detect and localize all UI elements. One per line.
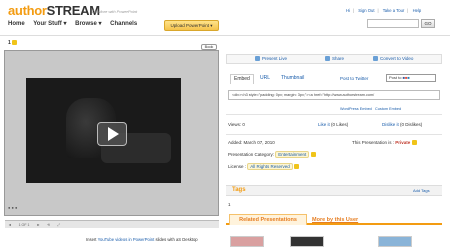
logo-author: author [8, 3, 47, 18]
edit-license-icon[interactable] [294, 164, 300, 170]
like-label: Like it [318, 122, 330, 127]
share-label: Share [332, 56, 345, 61]
rating: 1 [8, 40, 18, 46]
category-value[interactable]: Entertainment [275, 151, 310, 158]
section-divider [226, 114, 442, 115]
like-count: (0 Likes) [331, 122, 349, 127]
replay-icon[interactable]: ⟲ [47, 223, 50, 227]
tags-title: Tags [232, 187, 246, 193]
youtube-in-ppt-link[interactable]: YouTube videos in PowerPoint [98, 237, 155, 242]
header-divider [0, 35, 450, 36]
go-button[interactable]: GO [421, 19, 435, 28]
player-controls: ◄ 1 OF 1 ► ⟲ ⤢ [5, 220, 219, 228]
privacy-prefix: This Presentation is [352, 140, 392, 145]
section-divider [226, 134, 442, 135]
next-slide-button[interactable]: ► [37, 223, 41, 227]
promo-prefix: Insert [86, 237, 97, 242]
category-label: Presentation Category: [228, 152, 275, 157]
fullscreen-icon[interactable]: ⤢ [57, 223, 60, 227]
upload-powerpoint-button[interactable]: Upload PowerPoint ▾ [164, 20, 219, 31]
search-input[interactable] [367, 19, 419, 28]
take-tour-link[interactable]: Take a Tour [383, 8, 405, 13]
related-thumbnail[interactable] [230, 236, 264, 247]
convert-label: Convert to Video [380, 56, 414, 61]
wordpress-embed-link[interactable]: WordPress Embed [340, 107, 372, 111]
post-to-social-select[interactable]: Post to ■■■ [386, 74, 436, 82]
custom-embed-link[interactable]: Custom Embed [375, 107, 401, 111]
embed-code-field[interactable]: <div><h3 style="padding: 0px; margin: 3p… [228, 90, 440, 100]
video-icon [373, 56, 378, 62]
rating-value: 1 [8, 40, 11, 46]
prev-slide-button[interactable]: ◄ [8, 223, 12, 227]
share-icon [325, 56, 330, 62]
nav-browse[interactable]: Browse ▾ [75, 21, 101, 27]
related-thumbnail[interactable] [378, 236, 412, 247]
slide-counter: 1 OF 1 [18, 223, 30, 227]
tab-embed[interactable]: Embed [230, 74, 254, 84]
site-tagline: Do More with PowerPoint [92, 9, 138, 14]
site-logo[interactable]: authorSTREAM [8, 3, 100, 18]
privacy-status: This Presentation is : Private [352, 140, 417, 146]
embed-links: WordPress Embed Custom Embed [340, 107, 401, 111]
help-link[interactable]: Help [413, 8, 422, 13]
embed-tabs: Embed URL Thumbnail Post to Twitter Post… [226, 74, 442, 84]
top-links: Hi | Sign Out | Take a Tour | Help [346, 8, 422, 13]
present-live-label: Present Live [262, 56, 288, 61]
main-nav: Home Your Stuff ▾ Browse ▾ Channels [8, 20, 144, 27]
edit-privacy-icon[interactable] [411, 140, 417, 146]
tab-url[interactable]: URL [257, 74, 273, 83]
dislike-label: Dislike it [382, 122, 399, 127]
edit-pencil-icon[interactable] [12, 40, 18, 46]
license-value[interactable]: All Rights Reserved [247, 163, 293, 170]
dislike-button[interactable]: Dislike it (0 Dislikes) [382, 122, 422, 127]
license-label: License : [228, 164, 247, 169]
dislike-count: (0 Dislikes) [400, 122, 423, 127]
tab-more-by-user[interactable]: More by this User [312, 215, 358, 225]
play-icon [108, 127, 119, 141]
nav-channels[interactable]: Channels [110, 21, 137, 27]
promo-note: Insert YouTube videos in PowerPoint slid… [86, 237, 198, 242]
post-to-label: Post to [389, 75, 402, 80]
sign-out-link[interactable]: Sign Out [358, 8, 374, 13]
nav-your-stuff[interactable]: Your Stuff ▾ [33, 21, 66, 27]
convert-to-video-button[interactable]: Convert to Video [373, 55, 413, 63]
share-button[interactable]: Share [325, 55, 344, 63]
nav-home[interactable]: Home [8, 21, 25, 27]
tab-related-presentations[interactable]: Related Presentations [229, 214, 307, 225]
present-live-icon [255, 56, 260, 62]
promo-suffix: slides with aS Desktop [155, 237, 198, 242]
slide-dots: ● ● ● [8, 205, 18, 210]
like-button[interactable]: Like it (0 Likes) [318, 122, 348, 127]
added-date: Added: March 07, 2010 [228, 140, 275, 145]
add-tags-link[interactable]: Add Tags [413, 188, 430, 193]
presentation-category: Presentation Category: Entertainment [228, 151, 316, 158]
tags-count: 1 [228, 202, 231, 207]
tab-thumbnail[interactable]: Thumbnail [278, 74, 307, 83]
views-count: Views: 0 [228, 122, 245, 127]
privacy-value: Private [395, 140, 411, 145]
edit-category-icon[interactable] [310, 152, 316, 158]
action-bar: Present Live Share Convert to Video [226, 54, 442, 64]
present-live-button[interactable]: Present Live [255, 55, 287, 63]
post-to-twitter-link[interactable]: Post to Twitter [340, 74, 368, 83]
related-thumbnail[interactable] [290, 236, 324, 247]
user-greeting: Hi [346, 8, 350, 13]
tags-bar [226, 185, 442, 196]
license-info: License : All Rights Reserved [228, 163, 300, 170]
